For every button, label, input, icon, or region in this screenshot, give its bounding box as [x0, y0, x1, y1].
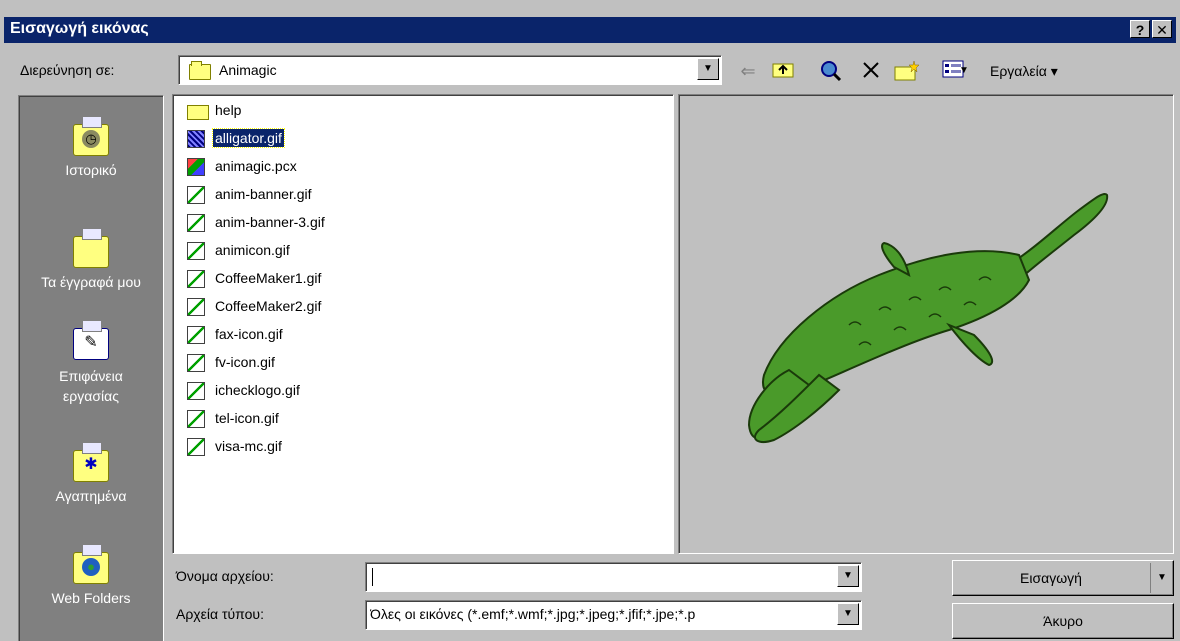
cancel-button[interactable]: Άκυρο — [952, 603, 1174, 639]
gif-file-icon — [187, 270, 205, 288]
filetype-value: Όλες οι εικόνες (*.emf;*.wmf;*.jpg;*.jpe… — [370, 606, 696, 622]
file-name: fv-icon.gif — [215, 354, 275, 370]
place-desktop[interactable]: ✎ Επιφάνεια εργασίας — [19, 320, 163, 406]
title-bar[interactable]: Εισαγωγή εικόνας ? ✕ — [4, 17, 1176, 43]
delete-button[interactable] — [858, 60, 884, 82]
back-arrow-icon: ⇐ — [740, 61, 756, 81]
insert-button-label: Εισαγωγή — [1020, 570, 1082, 586]
gif-file-icon — [187, 186, 205, 204]
place-label: Web Folders — [51, 590, 131, 606]
file-name: ichecklogo.gif — [215, 382, 300, 398]
close-button[interactable]: ✕ — [1152, 20, 1172, 38]
filename-input[interactable]: ▼ — [365, 562, 862, 592]
insert-picture-dialog: Εισαγωγή εικόνας ? ✕ Διερεύνηση σε: Anim… — [0, 0, 1180, 641]
search-web-button[interactable] — [818, 60, 844, 82]
new-folder-icon — [894, 60, 920, 81]
back-button[interactable]: ⇐ — [735, 60, 761, 82]
gif-file-icon — [187, 242, 205, 260]
help-button[interactable]: ? — [1130, 20, 1150, 38]
file-name: CoffeeMaker2.gif — [215, 298, 322, 314]
alligator-preview-image — [747, 193, 1109, 443]
gif-file-icon — [187, 326, 205, 344]
preview-pane — [678, 94, 1174, 554]
file-name: anim-banner.gif — [215, 186, 312, 202]
chevron-down-icon[interactable]: ▼ — [837, 603, 859, 625]
place-history[interactable]: ◷ Ιστορικό — [19, 116, 163, 178]
filename-label: Όνομα αρχείου: — [176, 568, 274, 584]
insert-button[interactable]: Εισαγωγή ▼ — [952, 560, 1174, 596]
place-my-documents[interactable]: Τα έγγραφά μου — [19, 228, 163, 290]
gif-file-icon — [187, 410, 205, 428]
search-web-icon — [821, 61, 842, 82]
look-in-label: Διερεύνηση σε: — [20, 62, 115, 78]
filetype-label: Αρχεία τύπου: — [176, 606, 264, 622]
place-web-folders[interactable]: ● Web Folders — [19, 544, 163, 606]
file-list[interactable]: help alligator.gif animagic.pcx anim-ban… — [172, 94, 674, 554]
gif-file-icon — [187, 130, 205, 148]
file-name: anim-banner-3.gif — [215, 214, 325, 230]
gif-file-icon — [187, 354, 205, 372]
file-name: animagic.pcx — [215, 158, 297, 174]
place-label: Επιφάνεια εργασίας — [59, 368, 123, 404]
file-name: help — [215, 102, 242, 118]
window-title: Εισαγωγή εικόνας — [10, 20, 149, 37]
place-favorites[interactable]: ✱ Αγαπημένα — [19, 442, 163, 504]
web-folders-icon: ● — [73, 544, 109, 584]
file-name: fax-icon.gif — [215, 326, 283, 342]
desktop-icon: ✎ — [73, 320, 109, 360]
file-name: animicon.gif — [215, 242, 290, 258]
chevron-down-icon[interactable]: ▼ — [837, 565, 859, 587]
delete-icon — [863, 62, 879, 78]
favorites-icon: ✱ — [73, 442, 109, 482]
tools-menu-button[interactable]: Εργαλεία ▾ — [990, 60, 1084, 82]
gif-file-icon — [187, 214, 205, 232]
views-dropdown-icon: ▼ — [959, 65, 969, 76]
filetype-select[interactable]: Όλες οι εικόνες (*.emf;*.wmf;*.jpg;*.jpe… — [365, 600, 862, 630]
folder-icon — [187, 105, 209, 120]
up-folder-icon — [772, 63, 794, 78]
file-name: visa-mc.gif — [215, 438, 282, 454]
look-in-combo[interactable]: Animagic ▼ — [178, 55, 722, 85]
my-documents-icon — [73, 228, 109, 268]
file-name: tel-icon.gif — [215, 410, 279, 426]
folder-icon — [189, 61, 211, 80]
cancel-button-label: Άκυρο — [1043, 613, 1083, 629]
place-label: Ιστορικό — [65, 162, 117, 178]
places-bar: ◷ Ιστορικό Τα έγγραφά μου ✎ Επιφάνεια ερ… — [18, 95, 164, 641]
up-one-level-button[interactable] — [770, 60, 796, 82]
chevron-down-icon[interactable]: ▼ — [697, 58, 719, 80]
new-folder-button[interactable] — [893, 60, 921, 82]
insert-options-dropdown[interactable]: ▼ — [1150, 563, 1173, 593]
place-label: Τα έγγραφά μου — [41, 274, 141, 290]
text-caret — [372, 568, 373, 586]
pcx-file-icon — [187, 158, 205, 176]
gif-file-icon — [187, 298, 205, 316]
look-in-value: Animagic — [219, 62, 277, 78]
gif-file-icon — [187, 382, 205, 400]
place-label: Αγαπημένα — [55, 488, 127, 504]
gif-file-icon — [187, 438, 205, 456]
history-icon: ◷ — [73, 116, 109, 156]
file-name: CoffeeMaker1.gif — [215, 270, 322, 286]
file-name: alligator.gif — [212, 128, 285, 148]
views-button[interactable]: ▼ — [933, 60, 973, 82]
